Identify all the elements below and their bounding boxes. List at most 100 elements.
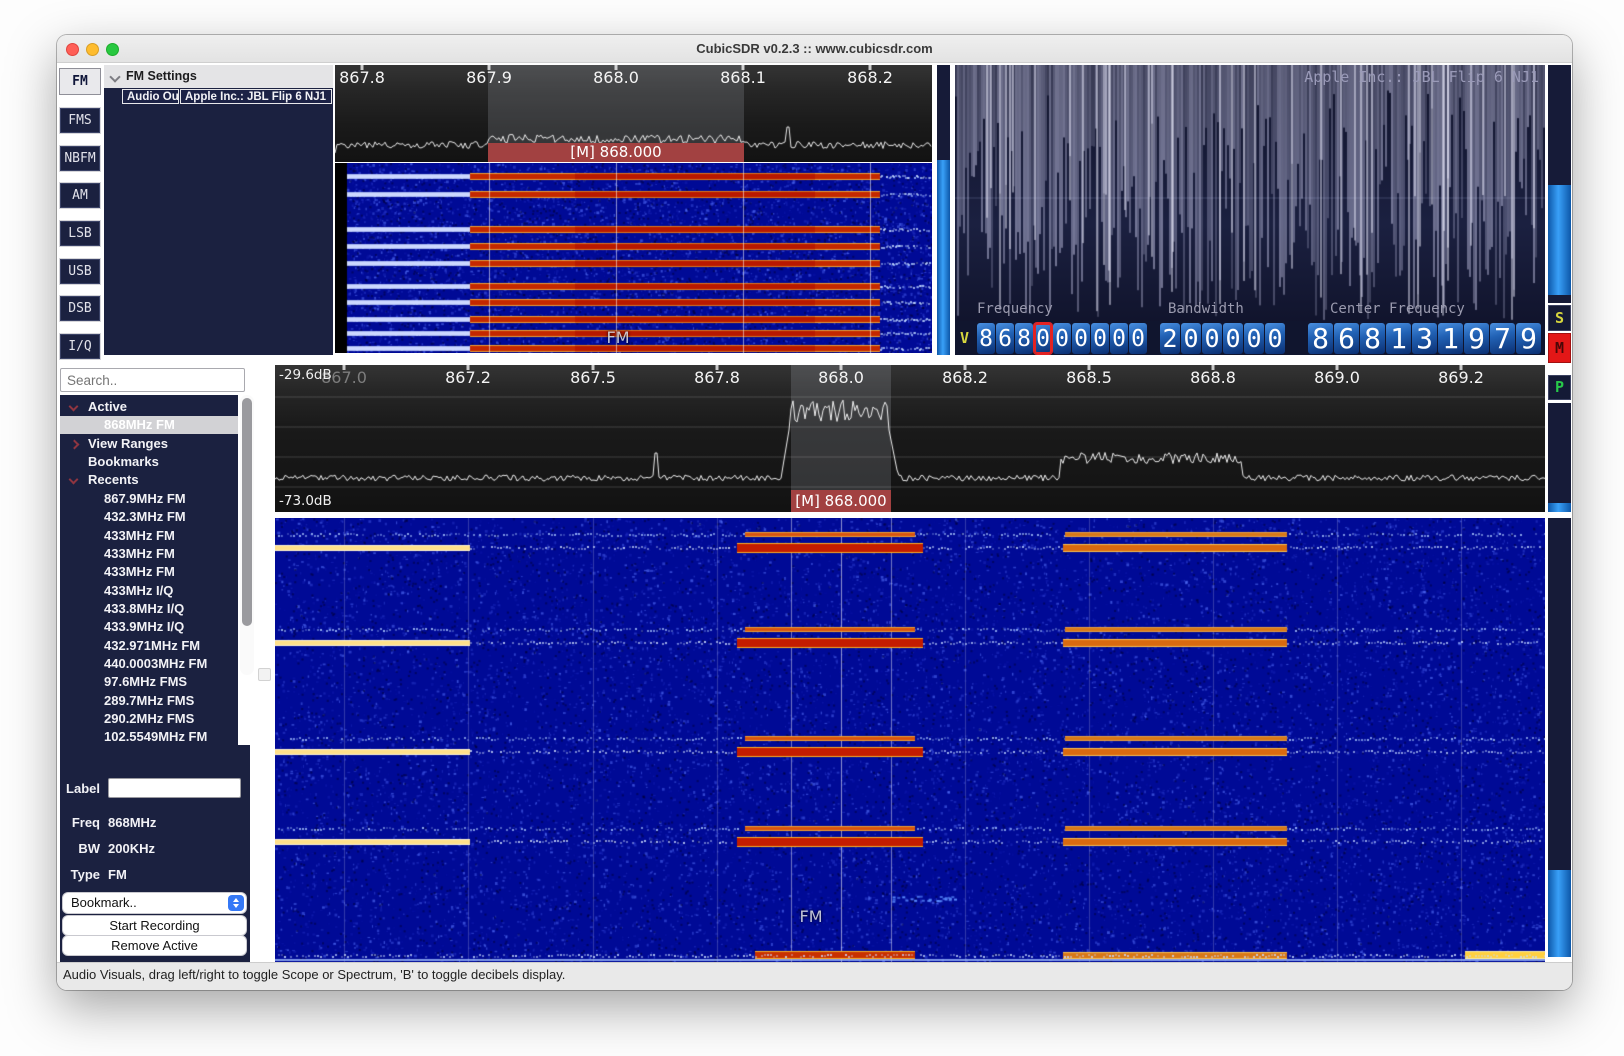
mute-toggle[interactable]: M — [1548, 333, 1571, 363]
digit-cell[interactable]: 8 — [1015, 323, 1033, 354]
tuner-mode-label: FM — [606, 328, 629, 347]
tree-item-active-868mhz[interactable]: 868MHz FM — [60, 416, 238, 434]
waterfall-level-meter[interactable] — [1548, 518, 1571, 957]
spectrum-tick-label: 867.2 — [445, 368, 491, 387]
tree-item-recent[interactable]: 433MHz FM — [60, 545, 238, 563]
center-frequency-digits[interactable]: 868131979 — [1308, 323, 1542, 354]
tree-item-label: 97.6MHz FMS — [104, 673, 187, 691]
splitter-grip[interactable] — [258, 668, 271, 681]
digit-cell[interactable]: 8 — [1360, 323, 1385, 354]
scope-level-meter-fill — [1548, 185, 1571, 295]
tuner-waterfall-canvas[interactable] — [335, 163, 932, 353]
remove-active-button[interactable]: Remove Active — [63, 936, 246, 955]
bandwidth-digits[interactable]: 200000 — [1160, 323, 1286, 354]
tree-group-bookmarks[interactable]: Bookmarks — [60, 453, 238, 471]
solo-toggle[interactable]: S — [1548, 305, 1571, 331]
chevron-down-icon[interactable] — [70, 476, 78, 484]
tree-item-recent[interactable]: 289.7MHz FMS — [60, 692, 238, 710]
mode-button-iq[interactable]: I/Q — [59, 333, 101, 360]
tree-item-recent[interactable]: 97.6MHz FMS — [60, 673, 238, 691]
digit-cell[interactable]: 0 — [1110, 323, 1128, 354]
digit-cell[interactable]: 0 — [1244, 323, 1264, 354]
mode-button-lsb[interactable]: LSB — [59, 220, 101, 247]
tree-group-view-ranges[interactable]: View Ranges — [60, 435, 238, 453]
spectrum-demod-marker[interactable]: [M] 868.000 — [791, 490, 891, 512]
digit-cell[interactable]: 2 — [1160, 323, 1180, 354]
spectrum-tick-label: 869.0 — [1314, 368, 1360, 387]
tuner-tick-label: 867.9 — [466, 68, 512, 87]
frequency-digits[interactable]: 868000000 — [977, 323, 1148, 354]
digit-cell[interactable]: 0 — [1223, 323, 1243, 354]
digit-cell[interactable]: 7 — [1490, 323, 1515, 354]
mode-button-am[interactable]: AM — [59, 182, 101, 209]
tree-item-recent[interactable]: 432.3MHz FM — [60, 508, 238, 526]
screen: CubicSDR v0.2.3 :: www.cubicsdr.com FM F… — [0, 0, 1624, 1056]
main-waterfall-panel[interactable]: FM — [275, 518, 1545, 962]
tuner-waterfall-panel[interactable]: FM — [335, 163, 932, 353]
audio-scope-canvas[interactable] — [955, 65, 1545, 323]
bandwidth-label: Bandwidth — [1168, 301, 1244, 317]
tree-item-recent[interactable]: 440.0003MHz FM — [60, 655, 238, 673]
digit-cell[interactable]: 1 — [1386, 323, 1411, 354]
digit-cell[interactable]: 1 — [1438, 323, 1463, 354]
peak-hold-toggle[interactable]: P — [1548, 375, 1571, 400]
mode-button-usb[interactable]: USB — [59, 258, 101, 285]
tree-group-recents[interactable]: Recents — [60, 471, 238, 489]
center-frequency-label: Center Frequency — [1330, 301, 1465, 317]
fm-settings-header[interactable]: FM Settings — [104, 65, 333, 88]
chevron-right-icon[interactable] — [70, 440, 78, 448]
digit-cell[interactable]: 6 — [996, 323, 1014, 354]
tuner-gain-meter[interactable] — [937, 65, 950, 355]
digit-cell[interactable]: 9 — [1516, 323, 1541, 354]
label-field-label: Label — [62, 781, 100, 796]
tree-item-recent[interactable]: 102.5549MHz FM — [60, 728, 238, 745]
label-input[interactable] — [108, 778, 241, 798]
tuner-spectrum-panel[interactable]: 867.8 867.9 868.0 868.1 868.2 [M] 868.00… — [335, 65, 932, 162]
digit-cell[interactable]: 0 — [1129, 323, 1147, 354]
tree-scrollbar-thumb[interactable] — [242, 398, 252, 626]
tree-item-label: 433.8MHz I/Q — [104, 600, 184, 618]
tree-item-recent[interactable]: 433.9MHz I/Q — [60, 618, 238, 636]
search-input[interactable] — [60, 368, 245, 392]
tuner-demod-marker[interactable]: [M] 868.000 — [488, 143, 744, 162]
digit-cell[interactable]: 0 — [1053, 323, 1071, 354]
tree-item-recent[interactable]: 433MHz I/Q — [60, 582, 238, 600]
main-waterfall-canvas[interactable] — [275, 518, 1545, 962]
mode-button-dsb[interactable]: DSB — [59, 295, 101, 322]
tree-item-recent[interactable]: 433.8MHz I/Q — [60, 600, 238, 618]
digit-cell[interactable]: 6 — [1334, 323, 1359, 354]
titlebar[interactable]: CubicSDR v0.2.3 :: www.cubicsdr.com — [57, 35, 1572, 63]
tree-item-recent[interactable]: 433MHz FM — [60, 527, 238, 545]
tree-item-recent[interactable]: 432.971MHz FM — [60, 637, 238, 655]
digit-cell[interactable]: 3 — [1412, 323, 1437, 354]
setting-key-audio-out[interactable]: Audio Out — [122, 89, 179, 104]
tree-item-label: 289.7MHz FMS — [104, 692, 194, 710]
spectrum-level-meter[interactable] — [1548, 403, 1571, 512]
digit-cell[interactable]: 0 — [1181, 323, 1201, 354]
digit-cell[interactable]: 0 — [1034, 323, 1052, 354]
tree-item-recent[interactable]: 867.9MHz FM — [60, 490, 238, 508]
digit-cell[interactable]: 0 — [1091, 323, 1109, 354]
digit-cell[interactable]: 0 — [1072, 323, 1090, 354]
scope-level-meter[interactable] — [1548, 65, 1571, 303]
digit-cell[interactable]: 8 — [1308, 323, 1333, 354]
mode-button-nbfm[interactable]: NBFM — [59, 145, 101, 172]
tree-item-label: 868MHz FM — [104, 416, 175, 434]
digit-cell[interactable]: 0 — [1202, 323, 1222, 354]
mode-button-fm[interactable]: FM — [59, 68, 101, 95]
tree-item-recent[interactable]: 433MHz FM — [60, 563, 238, 581]
main-spectrum-canvas[interactable] — [275, 365, 1545, 512]
mode-button-fms[interactable]: FMS — [59, 107, 101, 134]
main-spectrum-panel[interactable]: 867.0 867.2 867.5 867.8 868.0 868.2 868.… — [275, 365, 1545, 512]
digit-cell[interactable]: 9 — [1464, 323, 1489, 354]
digit-cell[interactable]: 8 — [977, 323, 995, 354]
chevron-down-icon[interactable] — [70, 403, 78, 411]
bookmark-dropdown[interactable]: Bookmark.. — [63, 893, 246, 913]
setting-value-audio-device[interactable]: Apple Inc.: JBL Flip 6 NJ1 — [180, 89, 332, 104]
tree-item-recent[interactable]: 290.2MHz FMS — [60, 710, 238, 728]
start-recording-button[interactable]: Start Recording — [63, 916, 246, 935]
volume-indicator[interactable]: V — [960, 329, 969, 347]
audio-scope-panel[interactable]: Apple Inc.: JBL Flip 6 NJ1 Frequency Ban… — [955, 65, 1545, 355]
tree-group-active[interactable]: Active — [60, 398, 238, 416]
digit-cell[interactable]: 0 — [1265, 323, 1285, 354]
